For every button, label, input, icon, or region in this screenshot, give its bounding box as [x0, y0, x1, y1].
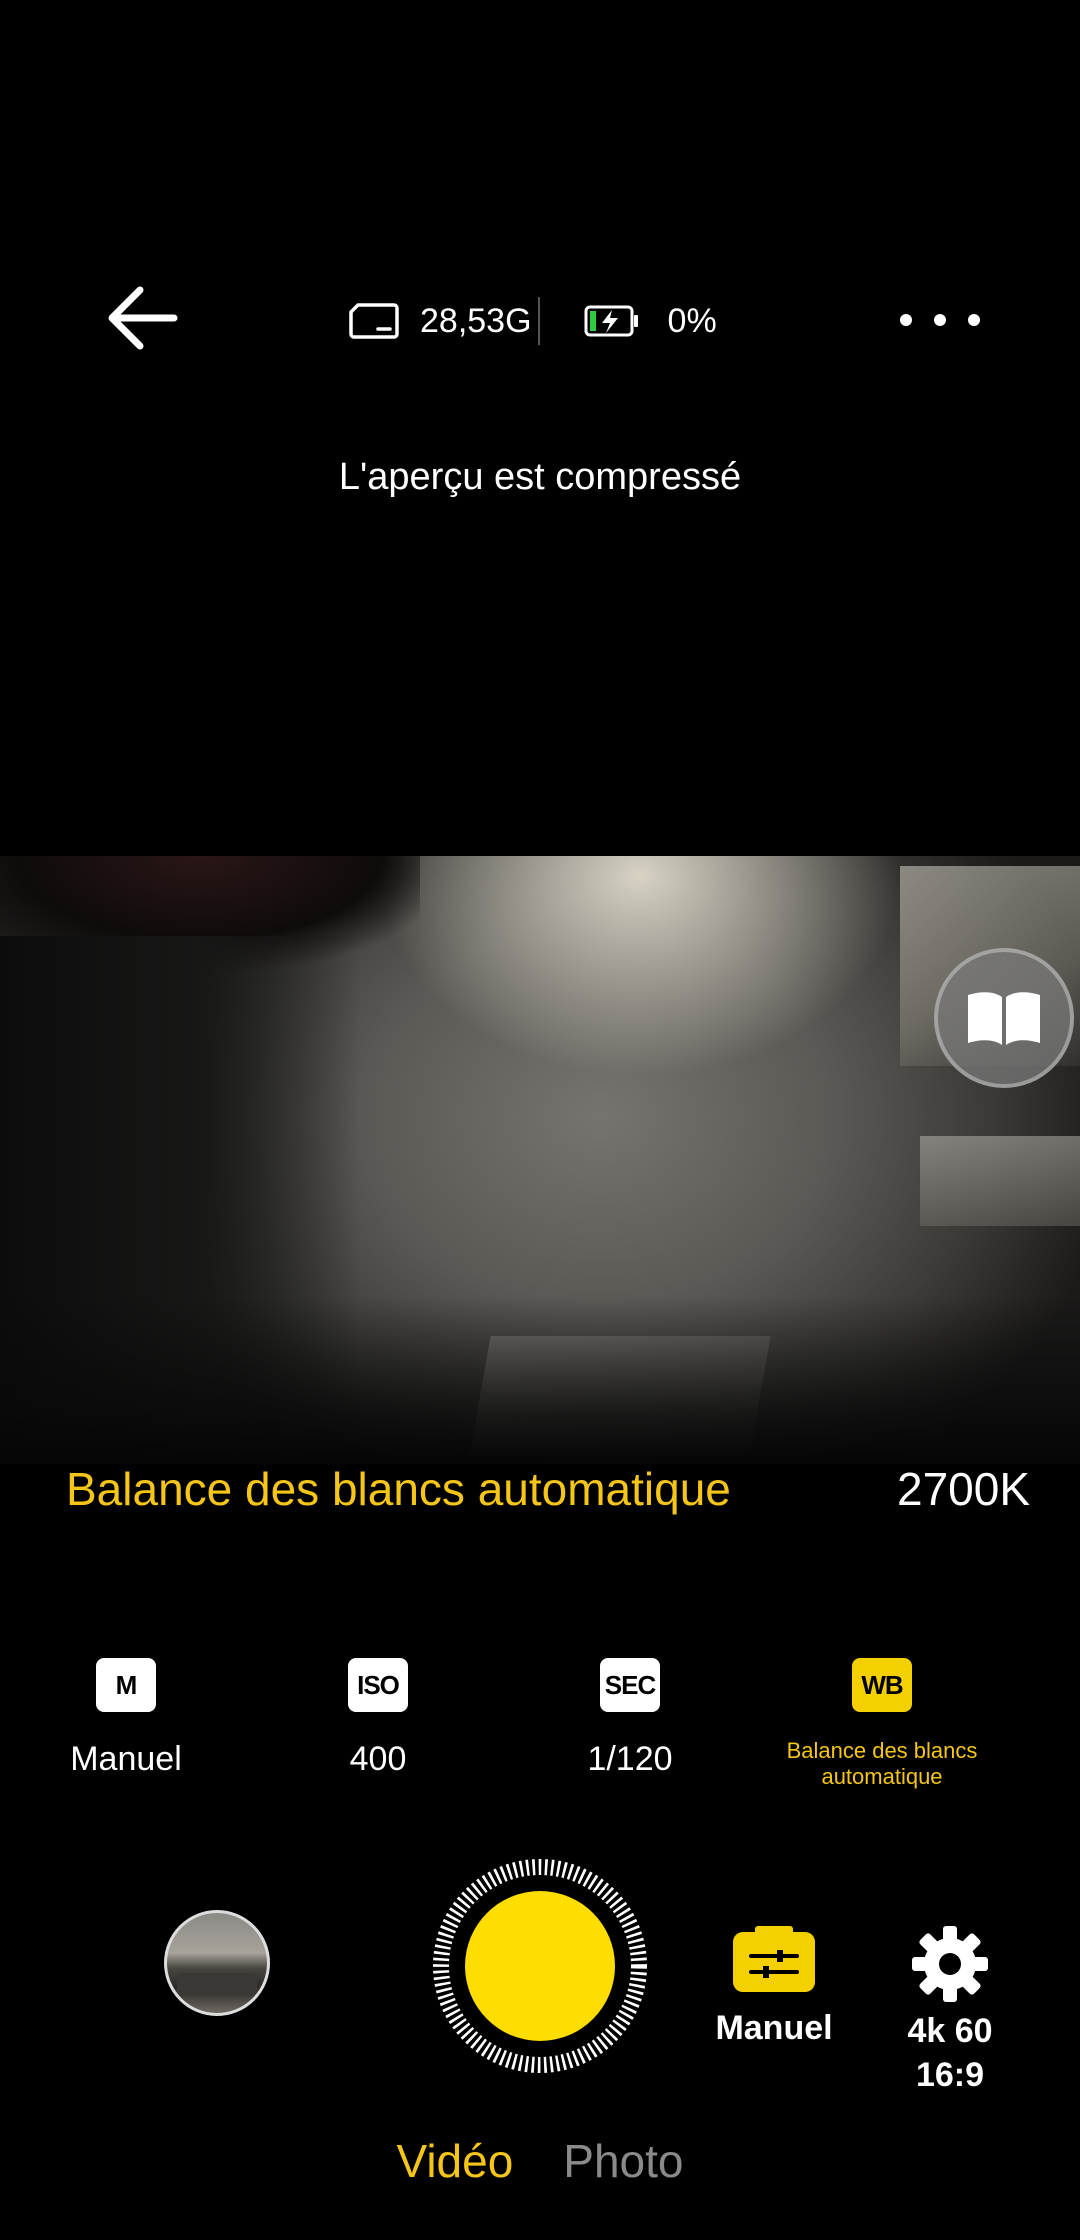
- back-button[interactable]: [104, 280, 184, 360]
- iso-selector[interactable]: ISO 400: [258, 1658, 498, 1779]
- shutter-speed-icon: SEC: [600, 1658, 660, 1712]
- exposure-mode-value: Manuel: [70, 1740, 182, 1778]
- white-balance-mode-value: Balance des blancs automatique: [786, 1738, 978, 1789]
- gallery-thumbnail[interactable]: [164, 1910, 270, 2016]
- sd-card-icon: [349, 303, 399, 339]
- more-options-button[interactable]: [900, 300, 980, 340]
- more-dot-icon: [934, 314, 946, 326]
- exposure-mode-selector[interactable]: M Manuel: [6, 1658, 246, 1779]
- white-balance-icon: WB: [852, 1658, 912, 1712]
- preview-compressed-notice: L'aperçu est compressé: [338, 456, 742, 498]
- battery-charging-icon: [584, 305, 638, 337]
- resolution-label: 4k 60: [907, 2012, 993, 2050]
- status-bar: 28,53G 0%: [348, 296, 717, 346]
- iso-value: 400: [349, 1740, 407, 1778]
- status-divider: [537, 297, 540, 345]
- camera-preview[interactable]: [0, 856, 1080, 1464]
- more-dot-icon: [900, 314, 912, 326]
- gear-icon: [912, 1926, 988, 2002]
- shutter-speed-selector[interactable]: SEC 1/120: [510, 1658, 750, 1779]
- sliders-icon: [733, 1926, 815, 1992]
- shutter-icon: [433, 1859, 647, 2073]
- storage-value: 28,53G: [420, 301, 532, 340]
- open-book-icon: [968, 992, 1040, 1045]
- back-arrow-icon: [108, 286, 178, 350]
- more-dot-icon: [968, 314, 980, 326]
- aspect-ratio-label: 16:9: [915, 2056, 985, 2094]
- white-balance-selector[interactable]: WB Balance des blancs automatique: [762, 1658, 1002, 1790]
- shutter-speed-value: 1/120: [587, 1740, 673, 1778]
- white-balance-value[interactable]: 2700K: [897, 1462, 1030, 1516]
- preview-shadow: [0, 1296, 1080, 1464]
- iso-icon: ISO: [348, 1658, 408, 1712]
- shooting-mode-button[interactable]: Manuel: [700, 1926, 848, 2048]
- video-settings-button[interactable]: 4k 60 16:9: [880, 1924, 1020, 2097]
- white-balance-title: Balance des blancs automatique: [66, 1463, 731, 1515]
- tab-photo[interactable]: Photo: [563, 2134, 683, 2188]
- thumbnail-image: [177, 1973, 257, 1995]
- record-button[interactable]: [430, 1856, 650, 2076]
- battery-value: 0%: [667, 301, 717, 340]
- shooting-mode-label: Manuel: [715, 2009, 833, 2047]
- guide-book-button[interactable]: [934, 948, 1074, 1088]
- manual-mode-icon: M: [96, 1658, 156, 1712]
- tab-video[interactable]: Vidéo: [396, 2134, 513, 2188]
- capture-mode-tabs: Vidéo Photo: [0, 2134, 1080, 2188]
- preview-background-object: [920, 1136, 1080, 1226]
